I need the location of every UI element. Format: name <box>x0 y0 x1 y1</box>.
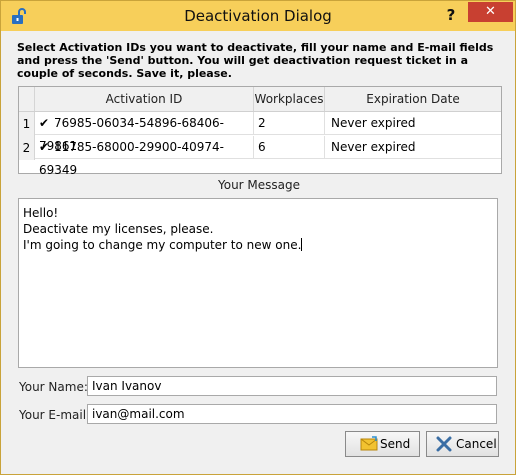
cancel-button-label: Cancel <box>456 437 497 451</box>
column-header-activation-id[interactable]: Activation ID <box>35 87 254 111</box>
row-checkbox[interactable]: ✔ <box>39 136 50 159</box>
row-number: 1 <box>19 112 35 136</box>
name-field[interactable]: Ivan Ivanov <box>87 376 497 396</box>
envelope-icon <box>360 436 378 451</box>
cancel-x-icon <box>436 436 452 452</box>
header-corner <box>19 87 35 111</box>
title-bar[interactable]: Deactivation Dialog ? ✕ <box>1 1 515 31</box>
row-number: 2 <box>19 136 35 160</box>
text-caret <box>301 238 303 251</box>
column-header-expiration-date[interactable]: Expiration Date <box>325 87 501 111</box>
table-row[interactable]: 1 ✔ 76985-06034-54896-68406-79861 2 Never… <box>19 112 501 153</box>
table-header: Activation ID Workplaces Expiration Date <box>19 87 501 112</box>
send-button[interactable]: Send <box>345 431 420 457</box>
name-label: Your Name: <box>19 380 88 394</box>
activation-id-text: 11785-68000-29900-40974-69349 <box>39 140 225 177</box>
email-label: Your E-mail: <box>19 408 91 422</box>
send-button-label: Send <box>380 437 411 451</box>
message-textarea[interactable]: Hello! Deactivate my licenses, please. I… <box>18 198 498 368</box>
activation-table[interactable]: Activation ID Workplaces Expiration Date… <box>18 86 502 177</box>
message-line: Hello! <box>23 206 59 220</box>
row-checkbox[interactable]: ✔ <box>39 112 50 135</box>
cancel-button[interactable]: Cancel <box>426 431 499 457</box>
expiration-cell: Never expired <box>325 136 501 159</box>
workplaces-cell: 2 <box>254 112 325 135</box>
deactivation-dialog-window: Deactivation Dialog ? ✕ Select Activatio… <box>0 0 516 475</box>
message-line: I'm going to change my computer to new o… <box>23 238 302 252</box>
message-line: Deactivate my licenses, please. <box>23 222 214 236</box>
help-button[interactable]: ? <box>441 3 461 27</box>
activation-id-cell: ✔ 76985-06034-54896-68406-79861 <box>35 112 254 153</box>
activation-id-cell: ✔ 11785-68000-29900-40974-69349 <box>35 136 254 177</box>
close-button[interactable]: ✕ <box>468 2 513 22</box>
workplaces-cell: 6 <box>254 136 325 159</box>
column-header-workplaces[interactable]: Workplaces <box>254 87 325 111</box>
email-field[interactable]: ivan@mail.com <box>87 404 497 424</box>
expiration-cell: Never expired <box>325 112 501 135</box>
table-row[interactable]: 2 ✔ 11785-68000-29900-40974-69349 6 Never… <box>19 136 501 177</box>
message-last-line: I'm going to change my computer to new o… <box>23 237 493 253</box>
instructions-text: Select Activation IDs you want to deacti… <box>17 41 494 80</box>
message-label: Your Message <box>217 178 301 192</box>
window-title: Deactivation Dialog <box>184 7 332 25</box>
